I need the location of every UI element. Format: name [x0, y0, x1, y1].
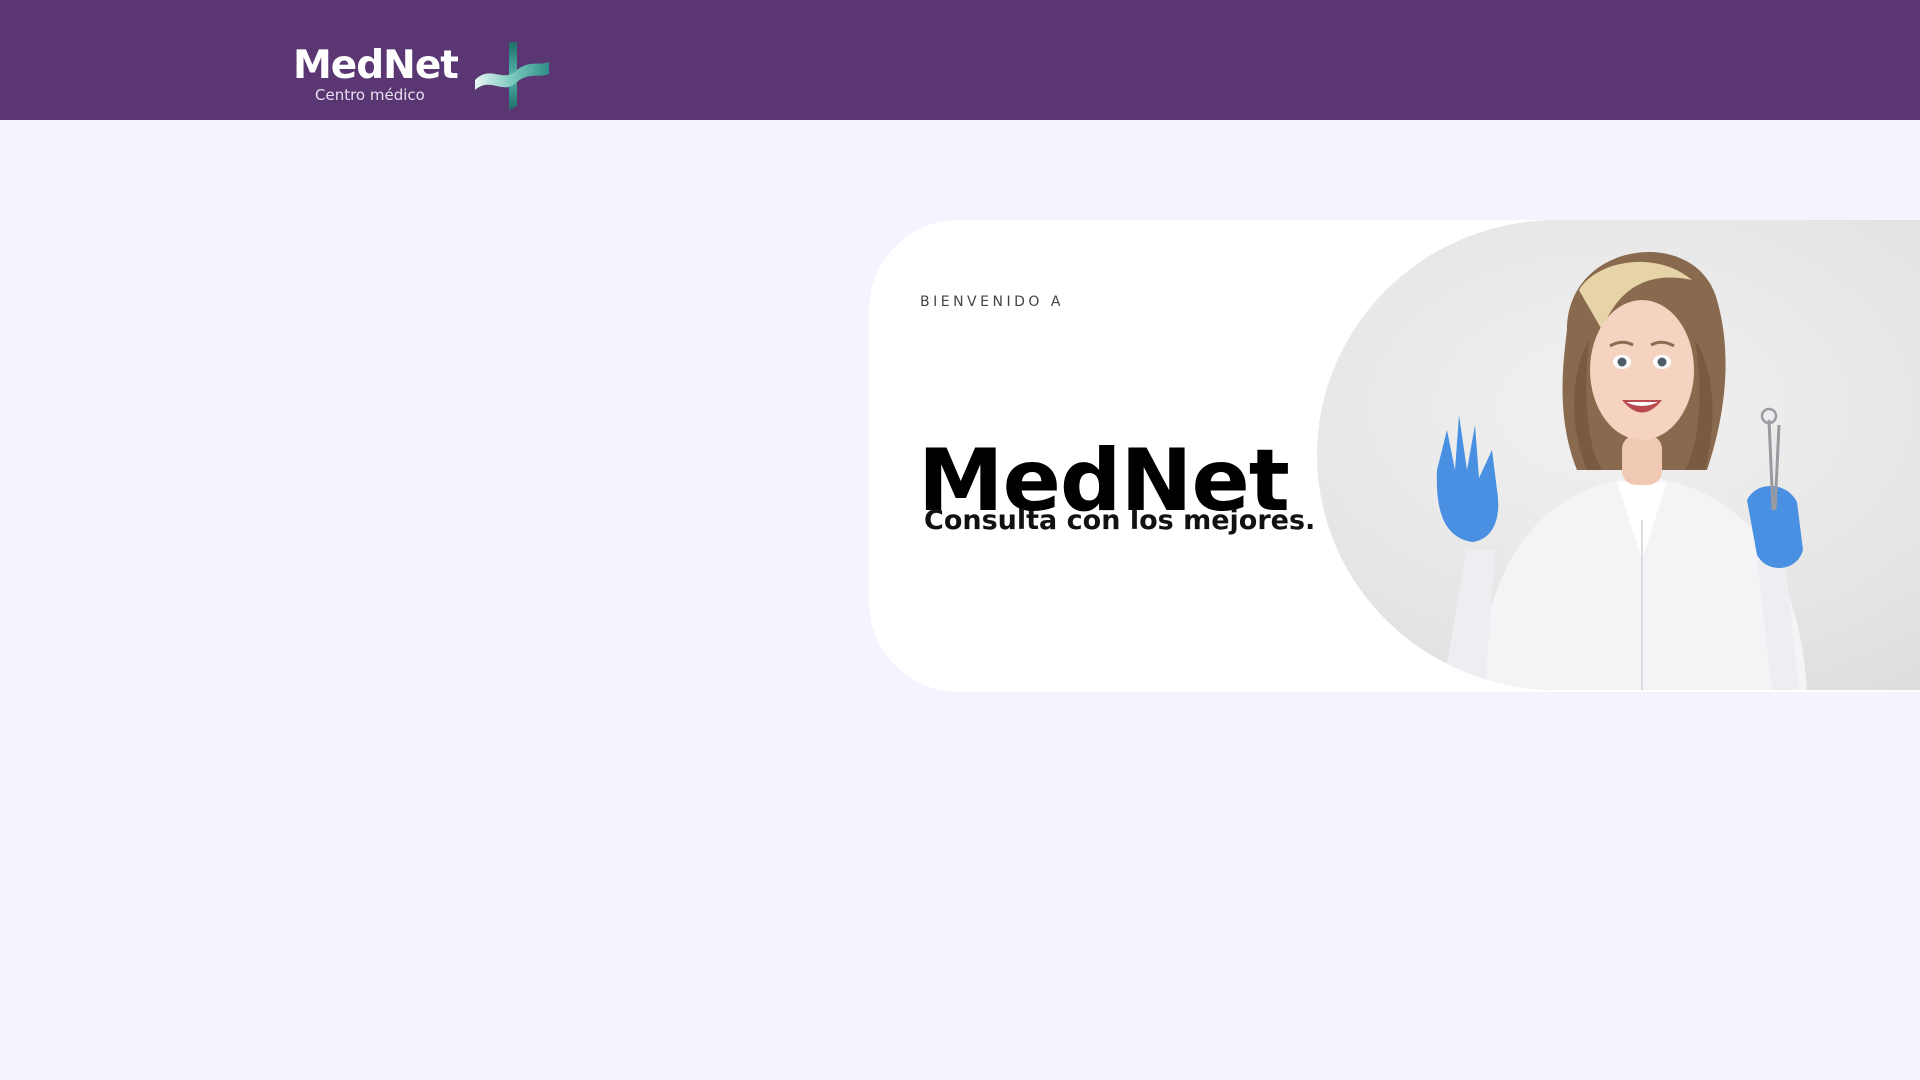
hero-photo — [1317, 220, 1920, 690]
hero-banner: BIENVENIDO A MedNet Consulta con los mej… — [869, 220, 1920, 692]
logo-wordmark: MedNet — [293, 43, 459, 88]
mednet-logo-link[interactable]: MedNet Centro médico — [293, 40, 553, 110]
medical-cross-icon — [473, 40, 551, 110]
hero-subtitle: Consulta con los mejores. — [924, 505, 1316, 536]
hero-eyebrow: BIENVENIDO A — [920, 294, 1064, 310]
logo-tagline: Centro médico — [315, 86, 425, 104]
top-navbar: MedNet Centro médico — [0, 0, 1920, 120]
dentist-illustration — [1436, 251, 1807, 690]
